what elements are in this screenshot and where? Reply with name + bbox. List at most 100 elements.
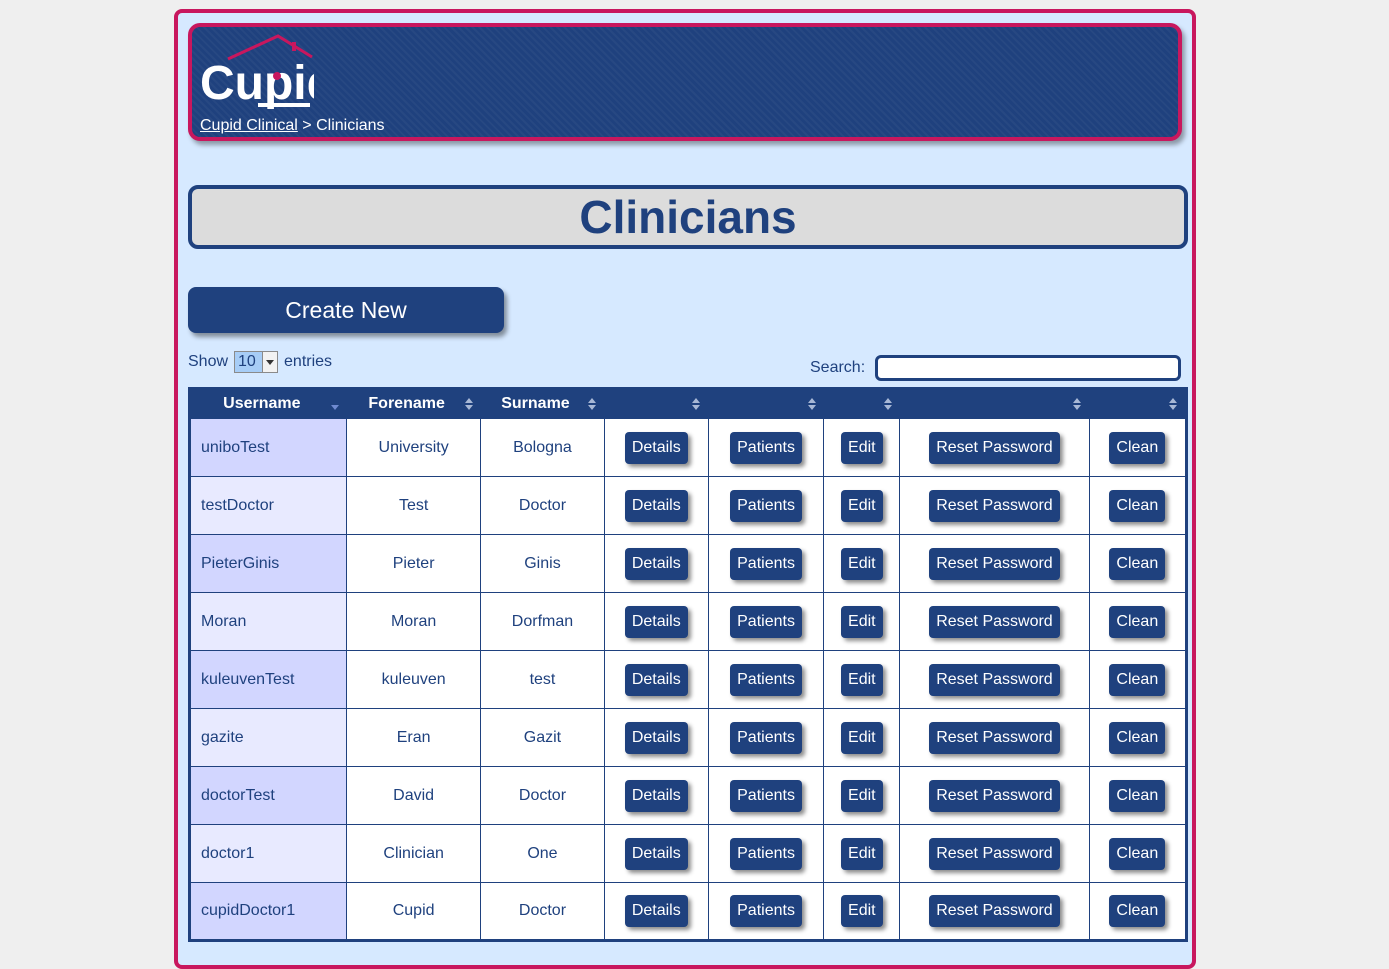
clean-button[interactable]: Clean — [1109, 605, 1166, 638]
cell-forename: Moran — [346, 592, 482, 651]
edit-button[interactable]: Edit — [841, 547, 883, 580]
column-header-forename[interactable]: Forename — [346, 388, 481, 419]
details-button[interactable]: Details — [624, 663, 688, 696]
column-header-reset-password[interactable] — [899, 388, 1090, 419]
cell-action: Reset Password — [899, 708, 1090, 767]
patients-button[interactable]: Patients — [730, 895, 802, 927]
reset-password-button[interactable]: Reset Password — [929, 779, 1060, 812]
details-button[interactable]: Details — [624, 431, 688, 464]
edit-button[interactable]: Edit — [841, 837, 883, 870]
cell-action: Reset Password — [899, 766, 1090, 825]
column-header-edit[interactable] — [823, 388, 900, 419]
reset-password-button[interactable]: Reset Password — [929, 605, 1060, 638]
search-input[interactable] — [875, 355, 1182, 381]
sort-icon — [883, 398, 892, 412]
reset-password-button[interactable]: Reset Password — [929, 489, 1060, 522]
patients-button[interactable]: Patients — [730, 431, 802, 464]
patients-button[interactable]: Patients — [730, 547, 802, 580]
clean-button[interactable]: Clean — [1109, 547, 1166, 580]
reset-password-button[interactable]: Reset Password — [929, 431, 1060, 464]
cell-action: Clean — [1088, 708, 1188, 767]
column-header-surname[interactable]: Surname — [480, 388, 605, 419]
show-label: Show — [188, 353, 229, 370]
cell-forename: Clinician — [346, 824, 482, 883]
clean-button[interactable]: Clean — [1109, 837, 1166, 870]
details-button[interactable]: Details — [624, 489, 688, 522]
patients-button[interactable]: Patients — [730, 489, 802, 522]
clean-button[interactable]: Clean — [1109, 663, 1166, 696]
edit-button[interactable]: Edit — [841, 721, 883, 754]
site-header: Cupid Cupid Clinical > Clinicians — [188, 23, 1182, 141]
column-header-details[interactable] — [604, 388, 709, 419]
cell-action: Details — [603, 418, 709, 477]
reset-password-button[interactable]: Reset Password — [929, 837, 1060, 870]
cell-action: Patients — [707, 650, 825, 709]
cell-action: Patients — [707, 418, 825, 477]
cell-forename: Cupid — [346, 882, 482, 941]
clean-button[interactable]: Clean — [1109, 895, 1166, 927]
cell-action: Details — [603, 882, 709, 941]
cell-action: Details — [603, 650, 709, 709]
cell-action: Patients — [707, 534, 825, 593]
patients-button[interactable]: Patients — [730, 837, 802, 870]
edit-button[interactable]: Edit — [841, 895, 883, 927]
cell-action: Edit — [823, 708, 901, 767]
cell-action: Edit — [823, 418, 901, 477]
column-header-patients[interactable] — [708, 388, 824, 419]
patients-button[interactable]: Patients — [730, 663, 802, 696]
cell-action: Patients — [707, 882, 825, 941]
page-container: Cupid Cupid Clinical > Clinicians Clinic… — [174, 9, 1196, 969]
reset-password-button[interactable]: Reset Password — [929, 547, 1060, 580]
reset-password-button[interactable]: Reset Password — [929, 663, 1060, 696]
page-title: Clinicians — [579, 191, 797, 243]
patients-button[interactable]: Patients — [730, 721, 802, 754]
column-header-username[interactable]: Username — [189, 388, 347, 419]
cell-action: Clean — [1088, 824, 1188, 883]
details-button[interactable]: Details — [624, 779, 688, 812]
details-button[interactable]: Details — [624, 605, 688, 638]
sort-icon — [1169, 398, 1177, 412]
cell-forename: kuleuven — [346, 650, 482, 709]
clean-button[interactable]: Clean — [1109, 489, 1166, 522]
cell-action: Clean — [1088, 592, 1188, 651]
breadcrumb: Cupid Clinical > Clinicians — [200, 117, 385, 135]
reset-password-button[interactable]: Reset Password — [929, 721, 1060, 754]
sort-icon — [807, 398, 816, 412]
table-row: Moran Moran Dorfman Details Patients Edit Rese… — [188, 592, 1188, 651]
length-menu: Show 10 entries — [188, 351, 332, 373]
cell-action: Reset Password — [899, 824, 1090, 883]
clean-button[interactable]: Clean — [1109, 721, 1166, 754]
clean-button[interactable]: Clean — [1109, 431, 1166, 464]
create-new-button[interactable]: Create New — [188, 287, 504, 333]
edit-button[interactable]: Edit — [841, 663, 883, 696]
entries-select[interactable]: 10 — [234, 351, 279, 373]
edit-button[interactable]: Edit — [841, 489, 883, 522]
details-button[interactable]: Details — [624, 895, 688, 927]
sort-desc-icon — [330, 398, 339, 412]
table-row: kuleuvenTest kuleuven test Details Patients E… — [188, 650, 1188, 709]
edit-button[interactable]: Edit — [841, 779, 883, 812]
details-button[interactable]: Details — [624, 721, 688, 754]
edit-button[interactable]: Edit — [841, 431, 883, 464]
sort-icon — [588, 398, 597, 412]
edit-button[interactable]: Edit — [841, 605, 883, 638]
clean-button[interactable]: Clean — [1109, 779, 1166, 812]
breadcrumb-link-cupid-clinical[interactable]: Cupid Clinical — [200, 117, 298, 134]
cell-surname: Gazit — [480, 708, 605, 767]
reset-password-button[interactable]: Reset Password — [929, 895, 1060, 927]
table-row: PieterGinis Pieter Ginis Details Patients Edi… — [188, 534, 1188, 593]
cell-action: Details — [603, 766, 709, 825]
table-row: testDoctor Test Doctor Details Patients Edit R… — [188, 476, 1188, 535]
patients-button[interactable]: Patients — [730, 779, 802, 812]
table-row: doctorTest David Doctor Details Patients Edit… — [188, 766, 1188, 825]
patients-button[interactable]: Patients — [730, 605, 802, 638]
sort-icon — [464, 398, 473, 412]
details-button[interactable]: Details — [624, 547, 688, 580]
cell-action: Details — [603, 476, 709, 535]
cell-action: Clean — [1088, 882, 1188, 941]
cell-username: cupidDoctor1 — [188, 882, 348, 941]
details-button[interactable]: Details — [624, 837, 688, 870]
column-header-clean[interactable] — [1089, 388, 1187, 419]
table-body: uniboTest University Bologna Details Patient… — [188, 418, 1188, 941]
cell-action: Reset Password — [899, 592, 1090, 651]
